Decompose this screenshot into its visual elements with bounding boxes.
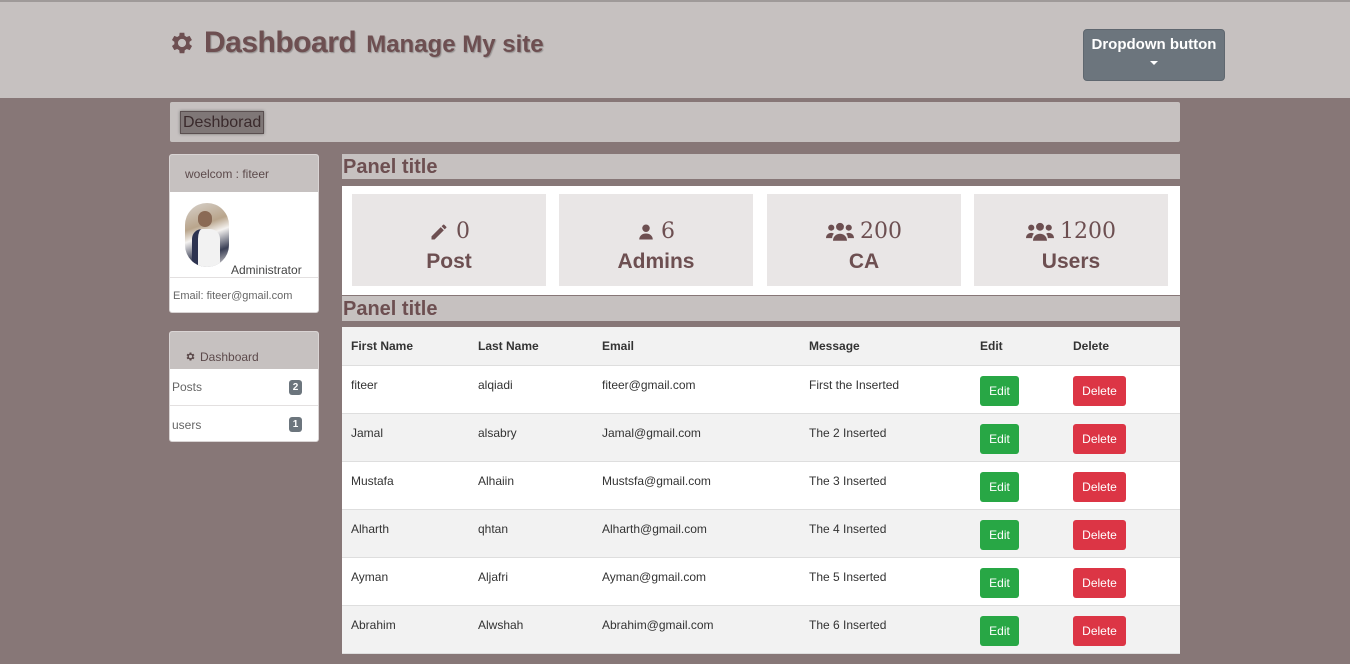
cell-email: Mustsfa@gmail.com bbox=[593, 461, 800, 510]
page-title: Dashboard bbox=[204, 26, 357, 59]
delete-button[interactable]: Delete bbox=[1073, 615, 1126, 646]
caret-down-icon bbox=[1150, 61, 1158, 65]
user-role: Administrator bbox=[231, 263, 302, 277]
delete-button[interactable]: Delete bbox=[1073, 519, 1126, 550]
delete-button[interactable]: Delete bbox=[1073, 423, 1126, 454]
sidebar-item-label: Posts bbox=[172, 380, 203, 394]
top-navbar: Dashboard Manage My site Dropdown button bbox=[0, 0, 1350, 98]
cell-first-name: Abrahim bbox=[342, 605, 469, 654]
stat-value: 6 bbox=[661, 219, 675, 244]
stat-value: 200 bbox=[860, 219, 902, 244]
column-header: Last Name bbox=[469, 327, 593, 366]
stat-label: Admins bbox=[617, 250, 695, 273]
table-header-row: First Name Last Name Email Message Edit … bbox=[342, 327, 1180, 366]
brand: Dashboard Manage My site bbox=[168, 26, 544, 60]
stat-value: 0 bbox=[456, 219, 470, 244]
cell-message: First the Inserted bbox=[800, 365, 971, 414]
users-table-panel: First Name Last Name Email Message Edit … bbox=[342, 327, 1180, 654]
users-table: First Name Last Name Email Message Edit … bbox=[342, 327, 1180, 654]
table-row: Abrahim Alwshah Abrahim@gmail.com The 6 … bbox=[342, 605, 1180, 654]
gear-icon bbox=[171, 32, 193, 54]
stat-post: 0 Post bbox=[352, 194, 546, 286]
cell-first-name: Jamal bbox=[342, 413, 469, 462]
stat-label: Post bbox=[426, 250, 472, 273]
delete-button[interactable]: Delete bbox=[1073, 375, 1126, 406]
stat-label: CA bbox=[848, 250, 880, 273]
edit-button[interactable]: Edit bbox=[980, 423, 1019, 454]
pencil-icon bbox=[431, 224, 447, 239]
stats-panel-title: Panel title bbox=[342, 154, 1180, 179]
column-header: First Name bbox=[342, 327, 469, 366]
cell-email: fiteer@gmail.com bbox=[593, 365, 800, 414]
edit-button[interactable]: Edit bbox=[980, 567, 1019, 598]
cell-last-name: qhtan bbox=[469, 509, 593, 558]
cell-email: Alharth@gmail.com bbox=[593, 509, 800, 558]
edit-button[interactable]: Edit bbox=[980, 615, 1019, 646]
stat-ca: 200 CA bbox=[767, 194, 961, 286]
page-subtitle: Manage My site bbox=[366, 31, 544, 58]
table-row: Ayman Aljafri Ayman@gmail.com The 5 Inse… bbox=[342, 557, 1180, 606]
table-row: Jamal alsabry Jamal@gmail.com The 2 Inse… bbox=[342, 413, 1180, 462]
sidebar-item-posts[interactable]: Posts 2 bbox=[170, 369, 318, 406]
column-header: Message bbox=[800, 327, 971, 366]
table-row: Alharth qhtan Alharth@gmail.com The 4 In… bbox=[342, 509, 1180, 558]
stat-admins: 6 Admins bbox=[559, 194, 753, 286]
column-header: Delete bbox=[1064, 327, 1180, 366]
count-badge: 1 bbox=[289, 417, 302, 432]
cell-last-name: Aljafri bbox=[469, 557, 593, 606]
cell-last-name: alqiadi bbox=[469, 365, 593, 414]
gear-icon bbox=[186, 352, 195, 361]
dropdown-button[interactable]: Dropdown button bbox=[1083, 29, 1225, 81]
cell-message: The 5 Inserted bbox=[800, 557, 971, 606]
cell-last-name: Alhaiin bbox=[469, 461, 593, 510]
cell-first-name: Alharth bbox=[342, 509, 469, 558]
sidebar-nav: Dashboard Posts 2 users 1 bbox=[169, 331, 319, 442]
cell-first-name: Ayman bbox=[342, 557, 469, 606]
cell-message: The 4 Inserted bbox=[800, 509, 971, 558]
cell-last-name: alsabry bbox=[469, 413, 593, 462]
welcome-text: woelcom : fiteer bbox=[170, 155, 318, 192]
cell-first-name: Mustafa bbox=[342, 461, 469, 510]
delete-button[interactable]: Delete bbox=[1073, 567, 1126, 598]
users-icon bbox=[826, 222, 854, 241]
cell-message: The 6 Inserted bbox=[800, 605, 971, 654]
cell-message: The 2 Inserted bbox=[800, 413, 971, 462]
delete-button[interactable]: Delete bbox=[1073, 471, 1126, 502]
column-header: Email bbox=[593, 327, 800, 366]
users-icon bbox=[1026, 222, 1054, 241]
user-icon bbox=[639, 224, 653, 239]
stat-users: 1200 Users bbox=[974, 194, 1168, 286]
dropdown-button-label: Dropdown button bbox=[1091, 36, 1217, 53]
cell-email: Jamal@gmail.com bbox=[593, 413, 800, 462]
stat-value: 1200 bbox=[1060, 219, 1116, 244]
edit-button[interactable]: Edit bbox=[980, 471, 1019, 502]
table-panel-title: Panel title bbox=[342, 296, 1180, 321]
cell-email: Abrahim@gmail.com bbox=[593, 605, 800, 654]
edit-button[interactable]: Edit bbox=[980, 519, 1019, 550]
sidebar-item-users[interactable]: users 1 bbox=[170, 406, 318, 441]
sidebar-header-label: Dashboard bbox=[200, 349, 259, 364]
column-header: Edit bbox=[971, 327, 1064, 366]
cell-message: The 3 Inserted bbox=[800, 461, 971, 510]
cell-first-name: fiteer bbox=[342, 365, 469, 414]
stat-label: Users bbox=[1041, 250, 1101, 273]
user-card-body: Administrator bbox=[170, 192, 318, 278]
cell-last-name: Alwshah bbox=[469, 605, 593, 654]
breadcrumb-item[interactable]: Deshborad bbox=[180, 111, 265, 134]
avatar bbox=[185, 203, 229, 267]
sidebar-item-label: users bbox=[172, 417, 202, 432]
count-badge: 2 bbox=[289, 379, 302, 395]
user-email: Email: fiteer@gmail.com bbox=[173, 290, 293, 302]
table-row: fiteer alqiadi fiteer@gmail.com First th… bbox=[342, 365, 1180, 414]
stats-panel: 0 Post 6 Admins 200 CA 1200 Users bbox=[342, 186, 1180, 295]
breadcrumb: Deshborad bbox=[170, 102, 1180, 142]
cell-email: Ayman@gmail.com bbox=[593, 557, 800, 606]
table-row: Mustafa Alhaiin Mustsfa@gmail.com The 3 … bbox=[342, 461, 1180, 510]
sidebar-header[interactable]: Dashboard bbox=[170, 332, 318, 369]
user-card: woelcom : fiteer Administrator Email: fi… bbox=[169, 154, 319, 313]
edit-button[interactable]: Edit bbox=[980, 375, 1019, 406]
